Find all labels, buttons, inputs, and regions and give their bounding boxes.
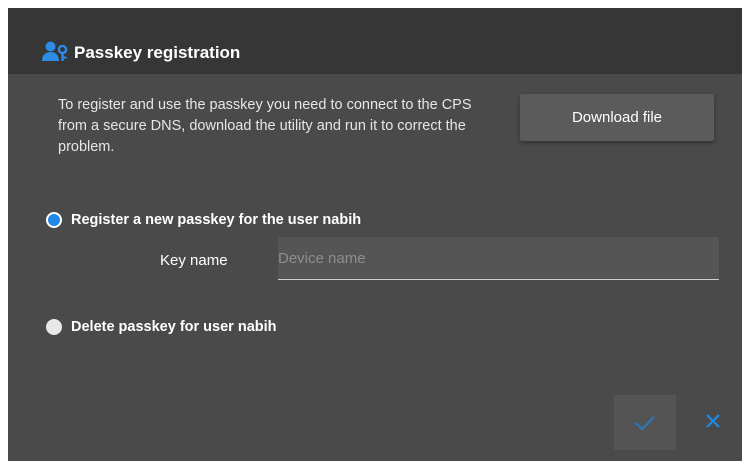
key-name-label: Key name: [160, 252, 228, 269]
register-option-label: Register a new passkey for the user nabi…: [71, 212, 362, 228]
user-key-icon: [42, 40, 70, 64]
delete-passkey-option[interactable]: Delete passkey for user nabih: [46, 318, 277, 336]
delete-radio[interactable]: [46, 319, 62, 335]
dialog-titlebar: Passkey registration: [8, 8, 742, 74]
register-passkey-option[interactable]: Register a new passkey for the user nabi…: [46, 211, 361, 229]
delete-option-label: Delete passkey for user nabih: [71, 319, 277, 335]
passkey-dialog: Passkey registration To register and use…: [8, 8, 742, 461]
close-icon: [692, 413, 734, 429]
dialog-title: Passkey registration: [74, 43, 241, 62]
close-button[interactable]: [692, 400, 734, 442]
info-text: To register and use the passkey you need…: [58, 97, 472, 155]
register-radio[interactable]: [46, 212, 62, 228]
confirm-button[interactable]: [614, 395, 676, 450]
check-icon: [614, 415, 676, 431]
download-file-button[interactable]: Download file: [520, 94, 714, 141]
key-name-input[interactable]: [278, 237, 719, 280]
